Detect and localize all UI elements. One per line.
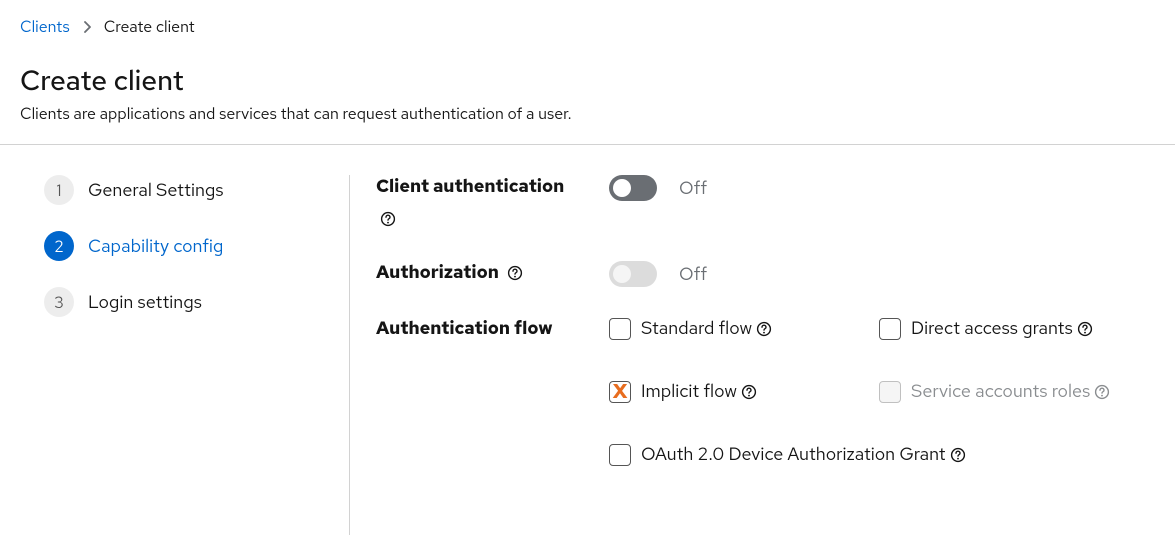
step-number: 1 bbox=[44, 175, 74, 205]
label-text: Authentication flow bbox=[376, 317, 552, 340]
checkbox-item-direct-access-grants: Direct access grants bbox=[879, 317, 1110, 340]
oauth-device-grant-checkbox[interactable] bbox=[609, 444, 631, 466]
step-label: Login settings bbox=[88, 291, 202, 314]
label-text: Authorization bbox=[376, 261, 499, 284]
checkbox-label: Direct access grants bbox=[911, 317, 1093, 340]
help-icon[interactable] bbox=[1094, 384, 1110, 400]
wizard-step-general-settings[interactable]: 1 General Settings bbox=[44, 175, 325, 205]
wizard-step-login-settings[interactable]: 3 Login settings bbox=[44, 287, 325, 317]
label-text: OAuth 2.0 Device Authorization Grant bbox=[641, 443, 946, 466]
step-number: 2 bbox=[44, 231, 74, 261]
help-icon[interactable] bbox=[756, 321, 772, 337]
page-subtitle: Clients are applications and services th… bbox=[20, 103, 1155, 124]
checkbox-label: Standard flow bbox=[641, 317, 772, 340]
label-text: Client authentication bbox=[376, 175, 564, 198]
checkbox-item-implicit-flow: Implicit flow bbox=[609, 380, 879, 403]
client-authentication-toggle[interactable] bbox=[609, 175, 657, 201]
label-text: Direct access grants bbox=[911, 317, 1073, 340]
step-number: 3 bbox=[44, 287, 74, 317]
toggle-knob bbox=[613, 265, 631, 283]
help-icon[interactable] bbox=[1077, 321, 1093, 337]
implicit-flow-checkbox[interactable] bbox=[609, 381, 631, 403]
toggle-state-label: Off bbox=[679, 263, 707, 286]
breadcrumb: Clients Create client bbox=[20, 16, 1155, 37]
label-text: Standard flow bbox=[641, 317, 752, 340]
service-accounts-roles-checkbox bbox=[879, 381, 901, 403]
field-label-authentication-flow: Authentication flow bbox=[376, 317, 609, 341]
label-text: Service accounts roles bbox=[911, 380, 1090, 403]
toggle-state-label: Off bbox=[679, 177, 707, 200]
wizard-steps: 1 General Settings 2 Capability config 3… bbox=[20, 175, 350, 535]
toggle-knob bbox=[613, 179, 631, 197]
step-label: General Settings bbox=[88, 179, 224, 202]
step-label: Capability config bbox=[88, 235, 223, 258]
field-label-authorization: Authorization bbox=[376, 261, 609, 285]
help-icon[interactable] bbox=[380, 211, 396, 227]
direct-access-grants-checkbox[interactable] bbox=[879, 318, 901, 340]
checkbox-item-oauth-device-grant: OAuth 2.0 Device Authorization Grant bbox=[609, 443, 1110, 466]
label-text: Implicit flow bbox=[641, 380, 737, 403]
help-icon[interactable] bbox=[741, 384, 757, 400]
field-label-client-authentication: Client authentication bbox=[376, 175, 609, 231]
help-icon[interactable] bbox=[950, 447, 966, 463]
checkbox-label: Implicit flow bbox=[641, 380, 757, 403]
authorization-toggle bbox=[609, 261, 657, 287]
page-title: Create client bbox=[20, 61, 1155, 99]
breadcrumb-current: Create client bbox=[104, 16, 195, 37]
divider bbox=[0, 144, 1175, 145]
checkbox-label: OAuth 2.0 Device Authorization Grant bbox=[641, 443, 966, 466]
wizard-step-capability-config[interactable]: 2 Capability config bbox=[44, 231, 325, 261]
checkbox-item-service-accounts-roles: Service accounts roles bbox=[879, 380, 1110, 403]
chevron-right-icon bbox=[82, 21, 92, 33]
help-icon[interactable] bbox=[507, 265, 523, 281]
standard-flow-checkbox[interactable] bbox=[609, 318, 631, 340]
wizard-form: Client authentication Off bbox=[350, 175, 1155, 535]
checkbox-item-standard-flow: Standard flow bbox=[609, 317, 879, 340]
checkbox-label: Service accounts roles bbox=[911, 380, 1110, 403]
breadcrumb-link-clients[interactable]: Clients bbox=[20, 16, 70, 37]
